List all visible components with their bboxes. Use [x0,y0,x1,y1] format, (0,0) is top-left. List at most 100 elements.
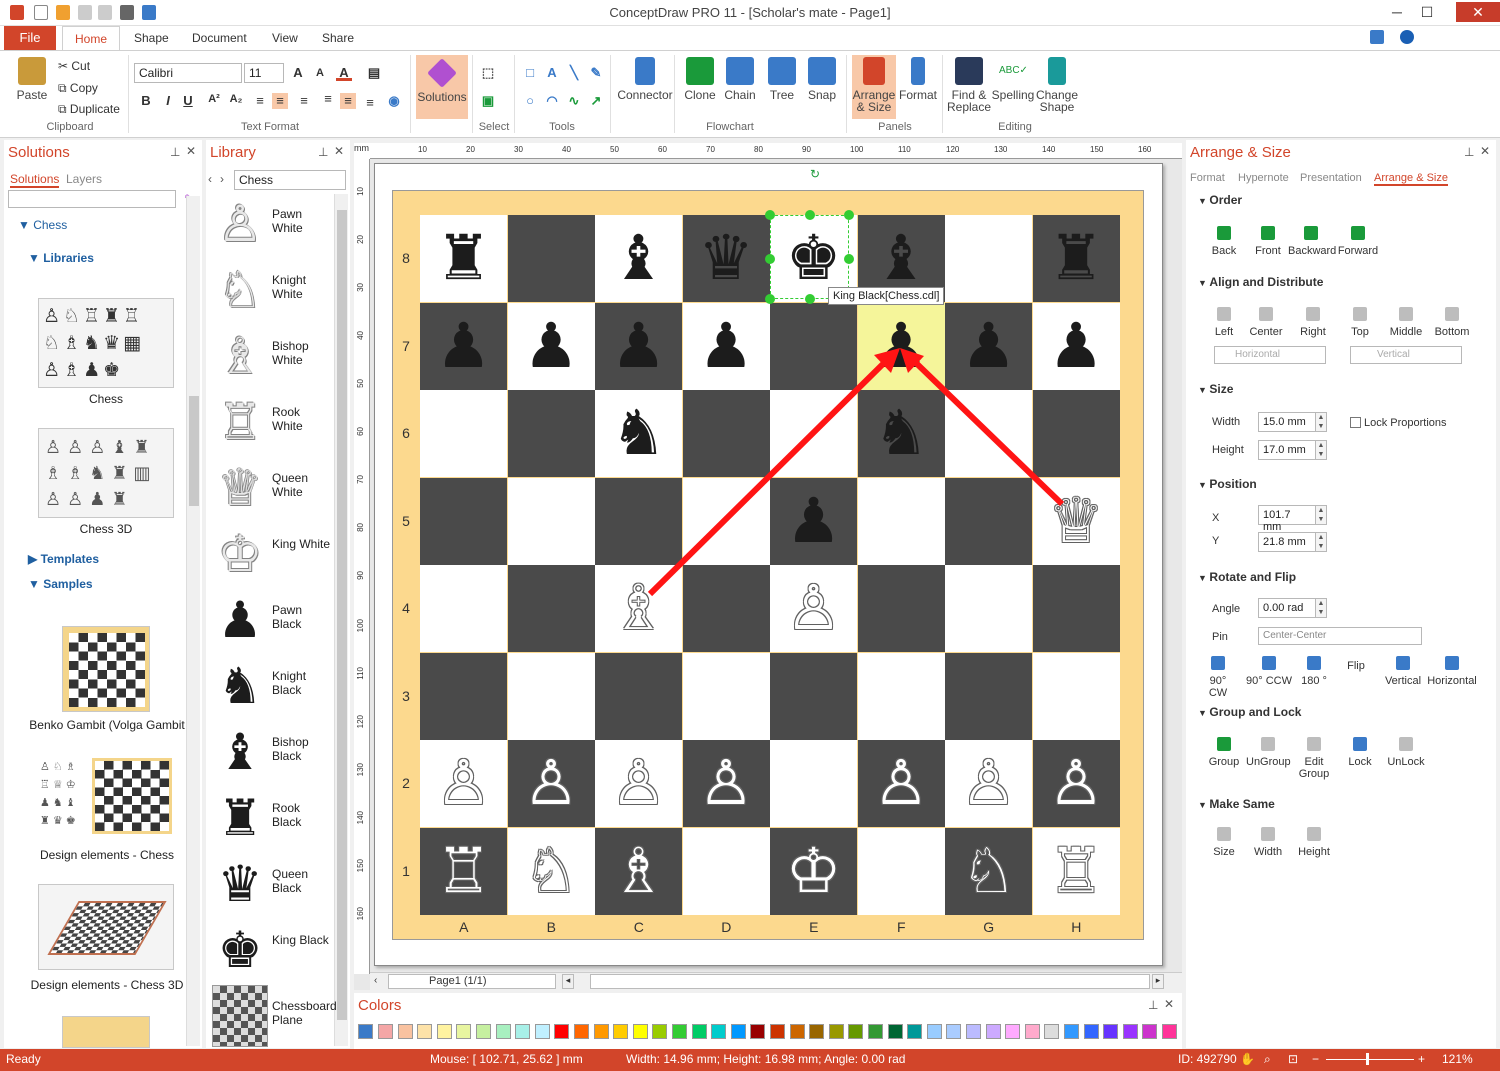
color-swatch[interactable] [613,1024,629,1039]
chess-piece[interactable]: ♙ [611,746,667,819]
spelling-button[interactable]: ABC✓ Spelling [990,57,1036,101]
close-button[interactable]: ✕ [1456,2,1500,22]
board-square-a5[interactable] [420,477,507,565]
rotate-section-head[interactable]: Rotate and Flip [1198,570,1296,584]
board-square-h4[interactable] [1032,565,1120,652]
rotate-ccw-button[interactable]: 90° CCW [1246,656,1292,687]
distribute-vertical-select[interactable]: Vertical [1350,346,1462,364]
tab-hypernote[interactable]: Hypernote [1238,172,1289,184]
board-square-c5[interactable] [595,477,682,565]
board-square-g8[interactable] [945,215,1032,302]
board-square-h2[interactable]: ♙ [1032,740,1120,827]
ungroup-button[interactable]: UnGroup [1246,737,1291,768]
library-item[interactable]: ♝ Bishop Black [208,721,332,783]
grow-font-button[interactable]: A [290,65,306,81]
close-panel-icon[interactable]: ✕ [186,144,196,158]
horizontal-scrollbar[interactable] [590,974,1150,989]
design-elements-chess3d-thumb[interactable] [38,884,174,970]
snap-button[interactable]: Snap [802,57,842,101]
board-square-f4[interactable] [857,565,945,652]
chess-piece[interactable]: ♟ [611,309,667,382]
board-square-h6[interactable] [1032,390,1120,477]
arc-tool-icon[interactable]: ◠ [544,93,560,109]
resize-handle[interactable] [765,254,775,264]
chess-piece[interactable]: ♖ [436,834,492,907]
pin-select[interactable]: Center-Center [1258,627,1422,645]
color-swatch[interactable] [750,1024,766,1039]
scroll-left-icon[interactable]: ◂ [562,974,574,989]
ellipse-tool-icon[interactable]: ○ [522,93,538,109]
color-swatch[interactable] [946,1024,962,1039]
align-right-shape-button[interactable]: Right [1294,307,1332,338]
width-input[interactable]: 15.0 mm [1258,412,1316,432]
library-item[interactable]: ♖ Rook White [208,391,332,453]
make-same-section-head[interactable]: Make Same [1198,797,1274,811]
board-square-b4[interactable] [507,565,595,652]
board-square-g2[interactable]: ♙ [945,740,1032,827]
tree-item-samples[interactable]: ▼ Samples [28,577,93,591]
y-spinner[interactable]: ▲ ▼ [1315,532,1327,552]
chess-piece[interactable]: ♟ [1048,309,1104,382]
library-item[interactable]: ♙ Pawn White [208,193,332,255]
color-swatch[interactable] [691,1024,707,1039]
chess-piece[interactable]: ♙ [436,746,492,819]
close-panel-icon[interactable]: ✕ [334,144,344,158]
pen-tool-icon[interactable]: ✎ [588,65,604,81]
rotate-180-button[interactable]: 180 ° [1296,656,1332,687]
color-swatch[interactable] [711,1024,727,1039]
valign-bottom-button[interactable]: ≡ [362,95,378,111]
color-swatch[interactable] [515,1024,531,1039]
tree-item-chess[interactable]: ▼ Chess [18,218,67,232]
library-select[interactable]: Chess [234,170,346,190]
color-swatch[interactable] [495,1024,511,1039]
chess-piece[interactable]: ♙ [1048,746,1104,819]
color-swatch[interactable] [907,1024,923,1039]
color-swatch[interactable] [554,1024,570,1039]
align-left-button[interactable]: ≡ [252,93,268,109]
color-swatch[interactable] [476,1024,491,1039]
rectangle-tool-icon[interactable]: □ [522,65,538,81]
color-swatch[interactable] [456,1024,472,1039]
chess-piece[interactable]: ♝ [873,221,929,294]
color-swatch[interactable] [1044,1024,1060,1039]
x-input[interactable]: 101.7 mm [1258,505,1316,533]
y-input[interactable]: 21.8 mm [1258,532,1316,552]
italic-button[interactable]: I [160,93,176,109]
resize-handle[interactable] [805,294,815,304]
rotate-cw-button[interactable]: 90° CW [1200,656,1236,699]
close-panel-icon[interactable]: ✕ [1164,997,1174,1011]
color-swatch[interactable] [378,1024,393,1039]
board-square-g6[interactable] [945,390,1032,477]
color-swatch[interactable] [926,1024,942,1039]
page-selector[interactable]: Page1 (1/1) [388,974,556,989]
tab-document[interactable]: Document [180,26,259,50]
valign-top-button[interactable]: ≡ [320,91,336,107]
tree-item-libraries[interactable]: ▼ Libraries [28,251,94,265]
board-square-e6[interactable] [770,390,857,477]
color-swatch[interactable] [574,1024,589,1039]
board-square-a8[interactable]: ♜ [420,215,507,302]
group-section-head[interactable]: Group and Lock [1198,705,1301,719]
zoom-in-icon[interactable]: + [1418,1052,1425,1066]
angle-input[interactable]: 0.00 rad [1258,598,1316,618]
zoom-out-icon[interactable]: − [1312,1052,1319,1066]
tab-home[interactable]: Home [62,26,121,51]
color-swatch[interactable] [632,1024,648,1039]
chess3d-library-thumb[interactable]: ♙♙♙♝♜ ♗♗♞♜▥ ♙♙♟♜ [38,428,174,518]
tab-presentation[interactable]: Presentation [1300,172,1362,184]
chess-piece[interactable]: ♜ [1048,221,1104,294]
library-item[interactable]: ♕ Queen White [208,457,332,519]
font-select[interactable]: Calibri [134,63,242,83]
send-back-button[interactable]: Back [1206,226,1242,257]
curve-tool-icon[interactable]: ∿ [566,93,582,109]
board-square-d8[interactable]: ♛ [682,215,770,302]
edit-group-button[interactable]: Edit Group [1296,737,1332,780]
library-item[interactable]: ♞ Knight Black [208,655,332,717]
library-prev-icon[interactable]: ‹ [208,172,212,186]
tab-shape[interactable]: Shape [122,26,181,50]
chess-piece[interactable]: ♟ [523,309,579,382]
board-square-d5[interactable] [682,477,770,565]
duplicate-button[interactable]: ⧉ Duplicate [58,102,120,117]
color-swatch[interactable] [887,1024,903,1039]
resize-handle[interactable] [765,210,775,220]
